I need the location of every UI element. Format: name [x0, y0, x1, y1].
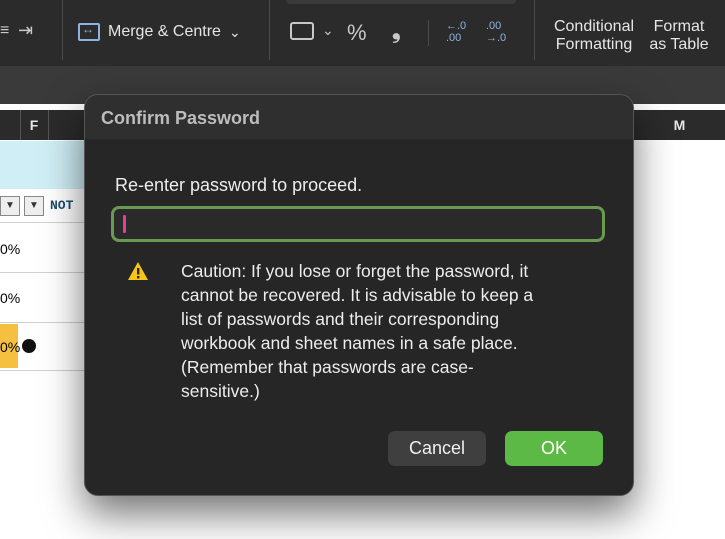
status-dot-icon: [22, 339, 36, 353]
number-format-field[interactable]: [286, 0, 516, 4]
column-header-m[interactable]: M: [632, 110, 725, 140]
comma-button[interactable]: ❟: [392, 18, 401, 44]
caution-message: Caution: If you lose or forget the passw…: [181, 261, 534, 401]
ok-button[interactable]: OK: [505, 431, 603, 466]
row-divider: [0, 272, 90, 273]
table-header-band: [0, 141, 90, 189]
chevron-down-icon: ⌄: [228, 23, 241, 40]
chevron-down-icon[interactable]: ⌄: [322, 22, 334, 39]
row-divider: [0, 222, 90, 223]
column-header-f[interactable]: F: [20, 110, 49, 140]
increase-decimal-button[interactable]: ←.0.00: [446, 20, 466, 44]
warning-icon: [128, 262, 148, 280]
format-as-table-button[interactable]: Format as Table: [646, 18, 712, 54]
list-icon[interactable]: ≡: [0, 22, 9, 40]
merge-icon: [78, 22, 100, 41]
indent-icon[interactable]: ⇥: [18, 20, 33, 41]
cancel-button[interactable]: Cancel: [388, 431, 486, 466]
prompt-label: Re-enter password to proceed.: [115, 175, 363, 195]
row-divider: [0, 370, 90, 371]
password-input[interactable]: [111, 206, 605, 242]
table-cell[interactable]: 0%: [0, 290, 20, 306]
decrease-decimal-button[interactable]: .00 →.0: [486, 20, 506, 44]
column-header-e[interactable]: [0, 110, 21, 140]
dialog-title: Confirm Password: [101, 108, 261, 128]
filter-dropdown-button[interactable]: ▼: [0, 196, 20, 216]
table-cell[interactable]: 0%: [0, 241, 20, 257]
text-cursor: [123, 215, 126, 233]
filter-dropdown-button[interactable]: ▼: [24, 196, 44, 216]
cell-styles-icon[interactable]: [290, 22, 314, 40]
ribbon-toolbar: ≡ ⇥ Merge & Centre ⌄ ⌄ % ❟ ←.0.00 .00→.0…: [0, 0, 725, 67]
percent-button[interactable]: %: [347, 20, 367, 46]
merge-label: Merge & Centre: [108, 23, 221, 40]
table-cell[interactable]: 0%: [0, 339, 20, 355]
conditional-formatting-button[interactable]: Conditional Formatting: [550, 18, 638, 54]
row-divider: [0, 322, 90, 323]
merge-centre-button[interactable]: Merge & Centre ⌄: [78, 18, 241, 46]
confirm-password-dialog: Confirm Password Re-enter password to pr…: [84, 94, 634, 496]
column-title-not: NOT: [50, 198, 74, 213]
